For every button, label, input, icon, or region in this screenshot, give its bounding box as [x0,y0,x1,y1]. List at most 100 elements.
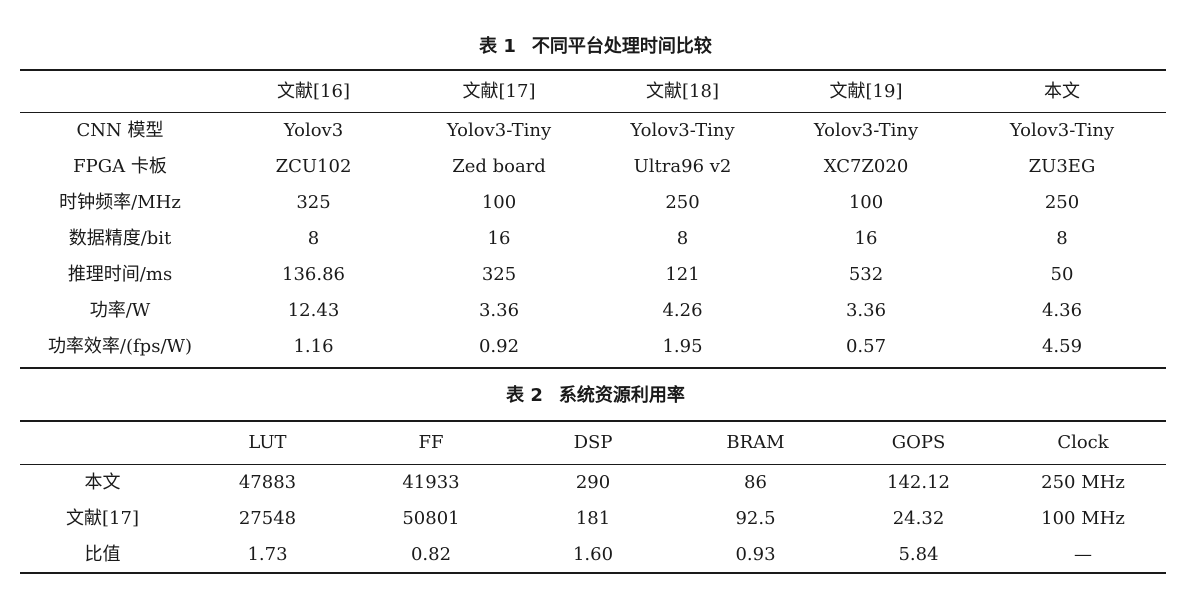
table1-title: 不同平台处理时间比较 [531,36,712,57]
table-cell: 1.73 [247,544,288,565]
table-cell: 100 MHz [1041,508,1125,529]
table-cell: 5.84 [898,544,939,565]
table-cell: 16 [487,228,511,249]
table-cell: 1.16 [293,336,334,357]
table-cell: 1.60 [572,544,614,565]
table2-header-cell: BRAM [726,432,785,453]
table2-number: 表 2 [506,385,543,406]
table-cell: — [1074,544,1092,565]
table-cell: 325 [481,264,517,285]
table-cell: 3.36 [845,300,887,321]
table2-header-cell: GOPS [891,432,946,453]
table-row: FPGA 卡板 ZCU102 Zed board Ultra96 v2 XC7Z… [20,149,1166,185]
table-cell: 92.5 [735,508,776,529]
table-cell: 47883 [238,472,297,493]
table2-header-cell: FF [418,432,444,453]
table2-header-cell: LUT [248,432,287,453]
table2-title: 系统资源利用率 [558,385,685,406]
table-cell: 250 [665,192,700,213]
table1-header-cell [20,74,220,110]
table2-header-cell: Clock [1057,432,1109,453]
table-row: 比值 1.73 0.82 1.60 0.93 5.84 — [20,537,1166,573]
row-label: FPGA 卡板 [73,156,167,177]
table-cell: Yolov3 [283,120,344,141]
table-cell: Yolov3-Tiny [446,120,552,141]
table-row: 数据精度/bit 8 16 8 16 8 [20,221,1166,257]
row-label: 推理时间/ms [67,264,173,285]
table-cell: 41933 [402,472,460,493]
table-cell: 250 [1044,192,1080,213]
table-cell: 1.95 [662,336,703,357]
row-label: 功率/W [89,300,151,321]
table1-body: CNN 模型 Yolov3 Yolov3-Tiny Yolov3-Tiny Yo… [20,113,1166,365]
table1: 文献[16] 文献[17] 文献[18] 文献[19] 本文 [20,74,1166,110]
table1-header-cell: 文献[18] [646,81,719,102]
table-cell: ZU3EG [1028,156,1096,177]
table2: LUT FF DSP BRAM GOPS Clock [20,425,1166,461]
table-cell: 50 [1050,264,1074,285]
table-cell: 24.32 [892,508,945,529]
table-cell: 4.36 [1041,300,1083,321]
table-cell: 0.92 [478,336,520,357]
table-cell: 142.12 [887,472,950,493]
row-label: 功率效率/(fps/W) [47,336,193,357]
row-label: 文献[17] [66,508,139,529]
table2-caption: 表 2 系统资源利用率 [0,385,1191,407]
table2-header-cell [20,425,185,461]
table2-header-cell: DSP [573,432,613,453]
table-cell: 100 [848,192,884,213]
table1-header-cell: 本文 [1044,81,1080,102]
table1-caption: 表 1 不同平台处理时间比较 [0,36,1191,58]
table-cell: 532 [848,264,884,285]
table-cell: 100 [481,192,517,213]
table-cell: 0.93 [735,544,776,565]
row-label: CNN 模型 [76,120,164,141]
table-row: 时钟频率/MHz 325 100 250 100 250 [20,185,1166,221]
table-cell: 325 [296,192,331,213]
table-row: 功率效率/(fps/W) 1.16 0.92 1.95 0.57 4.59 [20,329,1166,365]
table-cell: Yolov3-Tiny [630,120,735,141]
table-cell: Zed board [452,156,546,177]
table-cell: 4.59 [1041,336,1083,357]
table1-header-cell: 文献[19] [829,81,903,102]
table2-bottom-rule [20,572,1166,574]
table1-bottom-rule [20,367,1166,369]
table-cell: 50801 [402,508,460,529]
table-row: 推理时间/ms 136.86 325 121 532 50 [20,257,1166,293]
table-cell: 12.43 [287,300,340,321]
table-cell: 0.82 [410,544,452,565]
table-cell: ZCU102 [275,156,352,177]
table1-header-row: 文献[16] 文献[17] 文献[18] 文献[19] 本文 [20,74,1166,110]
table-cell: 4.26 [662,300,703,321]
table-cell: 181 [575,508,611,529]
table-cell: 27548 [238,508,297,529]
table-row: 功率/W 12.43 3.36 4.26 3.36 4.36 [20,293,1166,329]
table-cell: 0.57 [845,336,887,357]
row-label: 比值 [84,544,121,565]
table-cell: 16 [854,228,878,249]
table-row: 本文 47883 41933 290 86 142.12 250 MHz [20,465,1166,501]
table1-number: 表 1 [479,36,516,57]
table-cell: 8 [676,228,689,249]
table-cell: 121 [665,264,700,285]
table-cell: Yolov3-Tiny [1009,120,1115,141]
table-cell: 290 [575,472,611,493]
row-label: 本文 [84,472,121,493]
row-label: 数据精度/bit [68,228,172,249]
table-cell: 3.36 [478,300,520,321]
table1-header-cell: 文献[17] [462,81,536,102]
table-row: CNN 模型 Yolov3 Yolov3-Tiny Yolov3-Tiny Yo… [20,113,1166,149]
table-cell: 8 [307,228,320,249]
table-cell: XC7Z020 [823,156,909,177]
table2-top-rule [20,420,1166,422]
table-cell: 8 [1056,228,1068,249]
table-row: 文献[17] 27548 50801 181 92.5 24.32 100 MH… [20,501,1166,537]
table-cell: 136.86 [282,264,345,285]
table1-header-cell: 文献[16] [277,81,350,102]
table2-body: 本文 47883 41933 290 86 142.12 250 MHz 文献[… [20,465,1166,573]
table1-top-rule [20,69,1166,71]
table-cell: 250 MHz [1041,472,1125,493]
table-cell: Yolov3-Tiny [813,120,919,141]
table-cell: Ultra96 v2 [633,156,732,177]
table-cell: 86 [744,472,767,493]
